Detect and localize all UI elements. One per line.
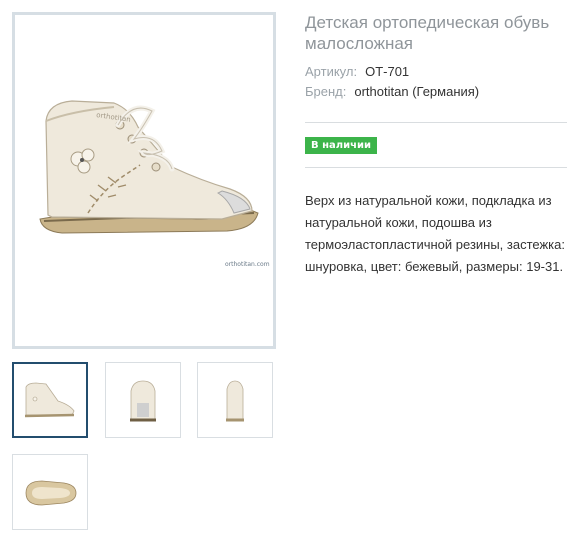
shoe-front-thumbnail: [130, 380, 156, 422]
shoe-side-thumbnail: [24, 382, 75, 418]
brand-row: Бренд: orthotitan (Германия): [305, 84, 479, 99]
thumbnail-side-view[interactable]: [12, 362, 88, 438]
shoe-sole-thumbnail: [25, 480, 77, 506]
thumbnail-back-view[interactable]: [197, 362, 273, 438]
brand-label: Бренд:: [305, 84, 347, 99]
shoe-back-thumbnail: [226, 380, 244, 422]
stock-badge: В наличии: [305, 137, 377, 154]
sku-label: Артикул:: [305, 64, 358, 79]
image-watermark: orthotitan.com: [225, 261, 270, 268]
shoe-side-image: orthotitan: [39, 99, 259, 234]
sku-value: ОТ-701: [365, 64, 410, 79]
thumbnail-front-view[interactable]: [105, 362, 181, 438]
product-title: Детская ортопедическая обувь малосложная: [305, 13, 550, 53]
thumbnail-sole-view[interactable]: [12, 454, 88, 530]
main-product-image[interactable]: orthotitan orthotitan.com: [12, 12, 276, 349]
sku-row: Артикул: ОТ-701: [305, 64, 409, 79]
divider: [305, 167, 567, 168]
brand-value[interactable]: orthotitan (Германия): [354, 84, 479, 99]
product-description: Верх из натуральной кожи, подкладка из н…: [305, 193, 565, 274]
divider: [305, 122, 567, 123]
